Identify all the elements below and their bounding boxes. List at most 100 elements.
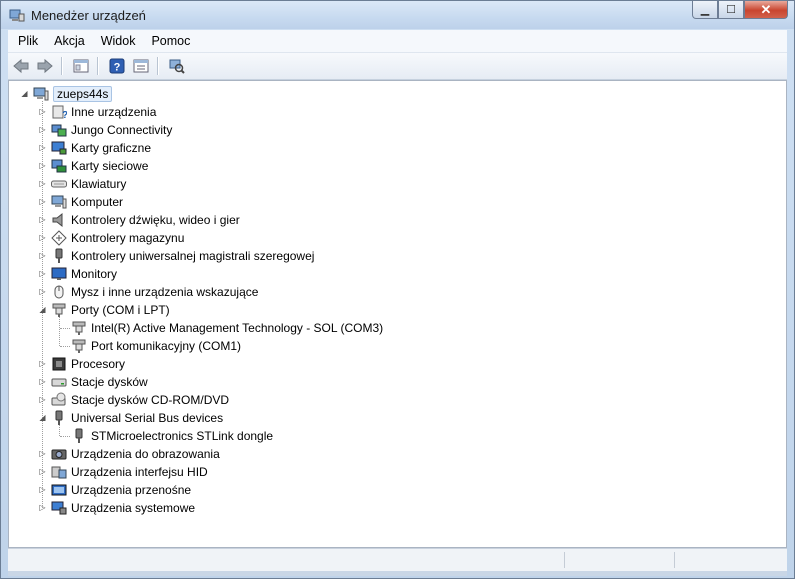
expand-arrow-icon[interactable]: ▷ — [38, 359, 47, 368]
expand-arrow-icon[interactable]: ▷ — [38, 107, 47, 116]
forward-button[interactable] — [34, 56, 56, 76]
mouse-icon — [54, 285, 64, 299]
properties-button[interactable] — [130, 56, 152, 76]
expand-arrow-icon[interactable]: ▷ — [38, 269, 47, 278]
expand-arrow-icon[interactable]: ▷ — [38, 377, 47, 386]
network-adapter-icon — [51, 159, 67, 173]
computer-icon — [51, 195, 67, 209]
svg-text:?: ? — [62, 110, 67, 120]
tree-category[interactable]: Monitory — [51, 265, 117, 283]
port-icon — [52, 303, 66, 317]
menu-file[interactable]: Plik — [12, 34, 44, 48]
expand-arrow-icon[interactable]: ▷ — [38, 179, 47, 188]
tree-category[interactable]: ? Inne urządzenia — [51, 103, 156, 121]
tree-category[interactable]: Kontrolery magazynu — [51, 229, 184, 247]
menu-view[interactable]: Widok — [95, 34, 142, 48]
tree-category-label: Kontrolery magazynu — [71, 231, 185, 245]
expand-arrow-icon[interactable]: ▷ — [38, 449, 47, 458]
console-tree-icon — [73, 59, 89, 73]
usb-plug-icon — [55, 248, 63, 263]
bottom-frame — [8, 571, 787, 576]
tree-connector — [60, 346, 70, 347]
minimize-button[interactable]: ▁ — [692, 1, 718, 19]
expand-arrow-icon[interactable]: ▷ — [38, 251, 47, 260]
tree-category[interactable]: Urządzenia przenośne — [51, 481, 191, 499]
expand-arrow-icon[interactable]: ▷ — [38, 485, 47, 494]
maximize-icon: ☐ — [726, 4, 736, 16]
monitor-icon — [51, 267, 67, 280]
tree-device[interactable]: Port komunikacyjny (COM1) — [71, 337, 241, 355]
tree-category-label: Karty graficzne — [71, 141, 152, 155]
window-title: Menedżer urządzeń — [31, 8, 146, 23]
scan-hardware-icon — [169, 59, 185, 74]
tree-category[interactable]: Procesory — [51, 355, 125, 373]
tree-device[interactable]: Intel(R) Active Management Technology - … — [71, 319, 383, 337]
usb-plug-icon — [75, 428, 83, 443]
tree-category-label: Universal Serial Bus devices — [71, 411, 224, 425]
tree-category[interactable]: Kontrolery uniwersalnej magistrali szere… — [51, 247, 314, 265]
expand-arrow-icon[interactable]: ▷ — [38, 395, 47, 404]
expand-arrow-icon[interactable]: ▷ — [38, 197, 47, 206]
disk-drive-icon — [51, 378, 67, 387]
tree-device[interactable]: STMicroelectronics STLink dongle — [71, 427, 273, 445]
close-icon: ✕ — [760, 1, 772, 17]
tree-category[interactable]: Karty graficzne — [51, 139, 151, 157]
tree-category[interactable]: Porty (COM i LPT) — [51, 301, 170, 319]
expand-arrow-icon[interactable]: ▷ — [38, 215, 47, 224]
tree-category-label: Stacje dysków — [71, 375, 148, 389]
expand-arrow-icon[interactable]: ▷ — [38, 233, 47, 242]
system-device-icon — [51, 501, 67, 515]
tree-category[interactable]: Komputer — [51, 193, 123, 211]
maximize-button[interactable]: ☐ — [718, 1, 744, 19]
collapse-arrow-icon[interactable]: ◢ — [20, 89, 29, 98]
collapse-arrow-icon[interactable]: ◢ — [38, 305, 47, 314]
port-icon — [72, 321, 86, 335]
toolbar-separator — [97, 57, 99, 75]
tree-category-label: Urządzenia przenośne — [71, 483, 192, 497]
caption-buttons: ▁ ☐ ✕ — [692, 1, 788, 19]
tree-device-label: Intel(R) Active Management Technology - … — [91, 321, 384, 335]
expand-arrow-icon[interactable]: ▷ — [38, 143, 47, 152]
tree-device-label: STMicroelectronics STLink dongle — [91, 429, 274, 443]
device-tree[interactable]: zueps44s ◢? Inne urządzenia ▷ Jungo Connecti… — [8, 80, 787, 548]
svg-text:?: ? — [114, 62, 121, 74]
menu-action[interactable]: Akcja — [48, 34, 91, 48]
tree-category[interactable]: Klawiatury — [51, 175, 126, 193]
title-bar[interactable]: Menedżer urządzeń ▁ ☐ ✕ — [1, 1, 794, 29]
tree-category-label: Klawiatury — [71, 177, 127, 191]
help-button[interactable]: ? — [106, 56, 128, 76]
tree-category[interactable]: Stacje dysków — [51, 373, 148, 391]
tree-category-label: Mysz i inne urządzenia wskazujące — [71, 285, 259, 299]
tree-root[interactable]: zueps44s — [33, 85, 113, 103]
scan-hardware-button[interactable] — [166, 56, 188, 76]
tree-category[interactable]: Urządzenia do obrazowania — [51, 445, 220, 463]
expand-arrow-icon[interactable]: ▷ — [38, 503, 47, 512]
expand-arrow-icon[interactable]: ▷ — [38, 161, 47, 170]
tree-category-label: Kontrolery uniwersalnej magistrali szere… — [71, 249, 315, 263]
tree-connector — [59, 317, 60, 346]
arrow-right-icon — [37, 58, 53, 74]
tree-category[interactable]: Stacje dysków CD-ROM/DVD — [51, 391, 229, 409]
usb-plug-icon — [55, 410, 63, 425]
menu-help[interactable]: Pomoc — [145, 34, 196, 48]
collapse-arrow-icon[interactable]: ◢ — [38, 413, 47, 422]
tree-category-label: Stacje dysków CD-ROM/DVD — [71, 393, 230, 407]
tree-root-label: zueps44s — [53, 86, 113, 102]
expand-arrow-icon[interactable]: ▷ — [38, 467, 47, 476]
expand-arrow-icon[interactable]: ▷ — [38, 287, 47, 296]
show-hide-console-tree-button[interactable] — [70, 56, 92, 76]
tree-category[interactable]: Mysz i inne urządzenia wskazujące — [51, 283, 258, 301]
tree-category[interactable]: Kontrolery dźwięku, wideo i gier — [51, 211, 240, 229]
tree-category[interactable]: Urządzenia systemowe — [51, 499, 195, 517]
tree-category[interactable]: Karty sieciowe — [51, 157, 148, 175]
tree-category[interactable]: Urządzenia interfejsu HID — [51, 463, 208, 481]
back-button[interactable] — [10, 56, 32, 76]
status-bar-divider — [674, 552, 675, 568]
cdrom-drive-icon — [51, 392, 66, 406]
expand-arrow-icon[interactable]: ▷ — [38, 125, 47, 134]
tree-category[interactable]: Universal Serial Bus devices — [51, 409, 223, 427]
tree-category[interactable]: Jungo Connectivity — [51, 121, 172, 139]
close-button[interactable]: ✕ — [744, 1, 788, 19]
tree-category-label: Inne urządzenia — [71, 105, 157, 119]
minimize-icon: ▁ — [700, 4, 710, 16]
